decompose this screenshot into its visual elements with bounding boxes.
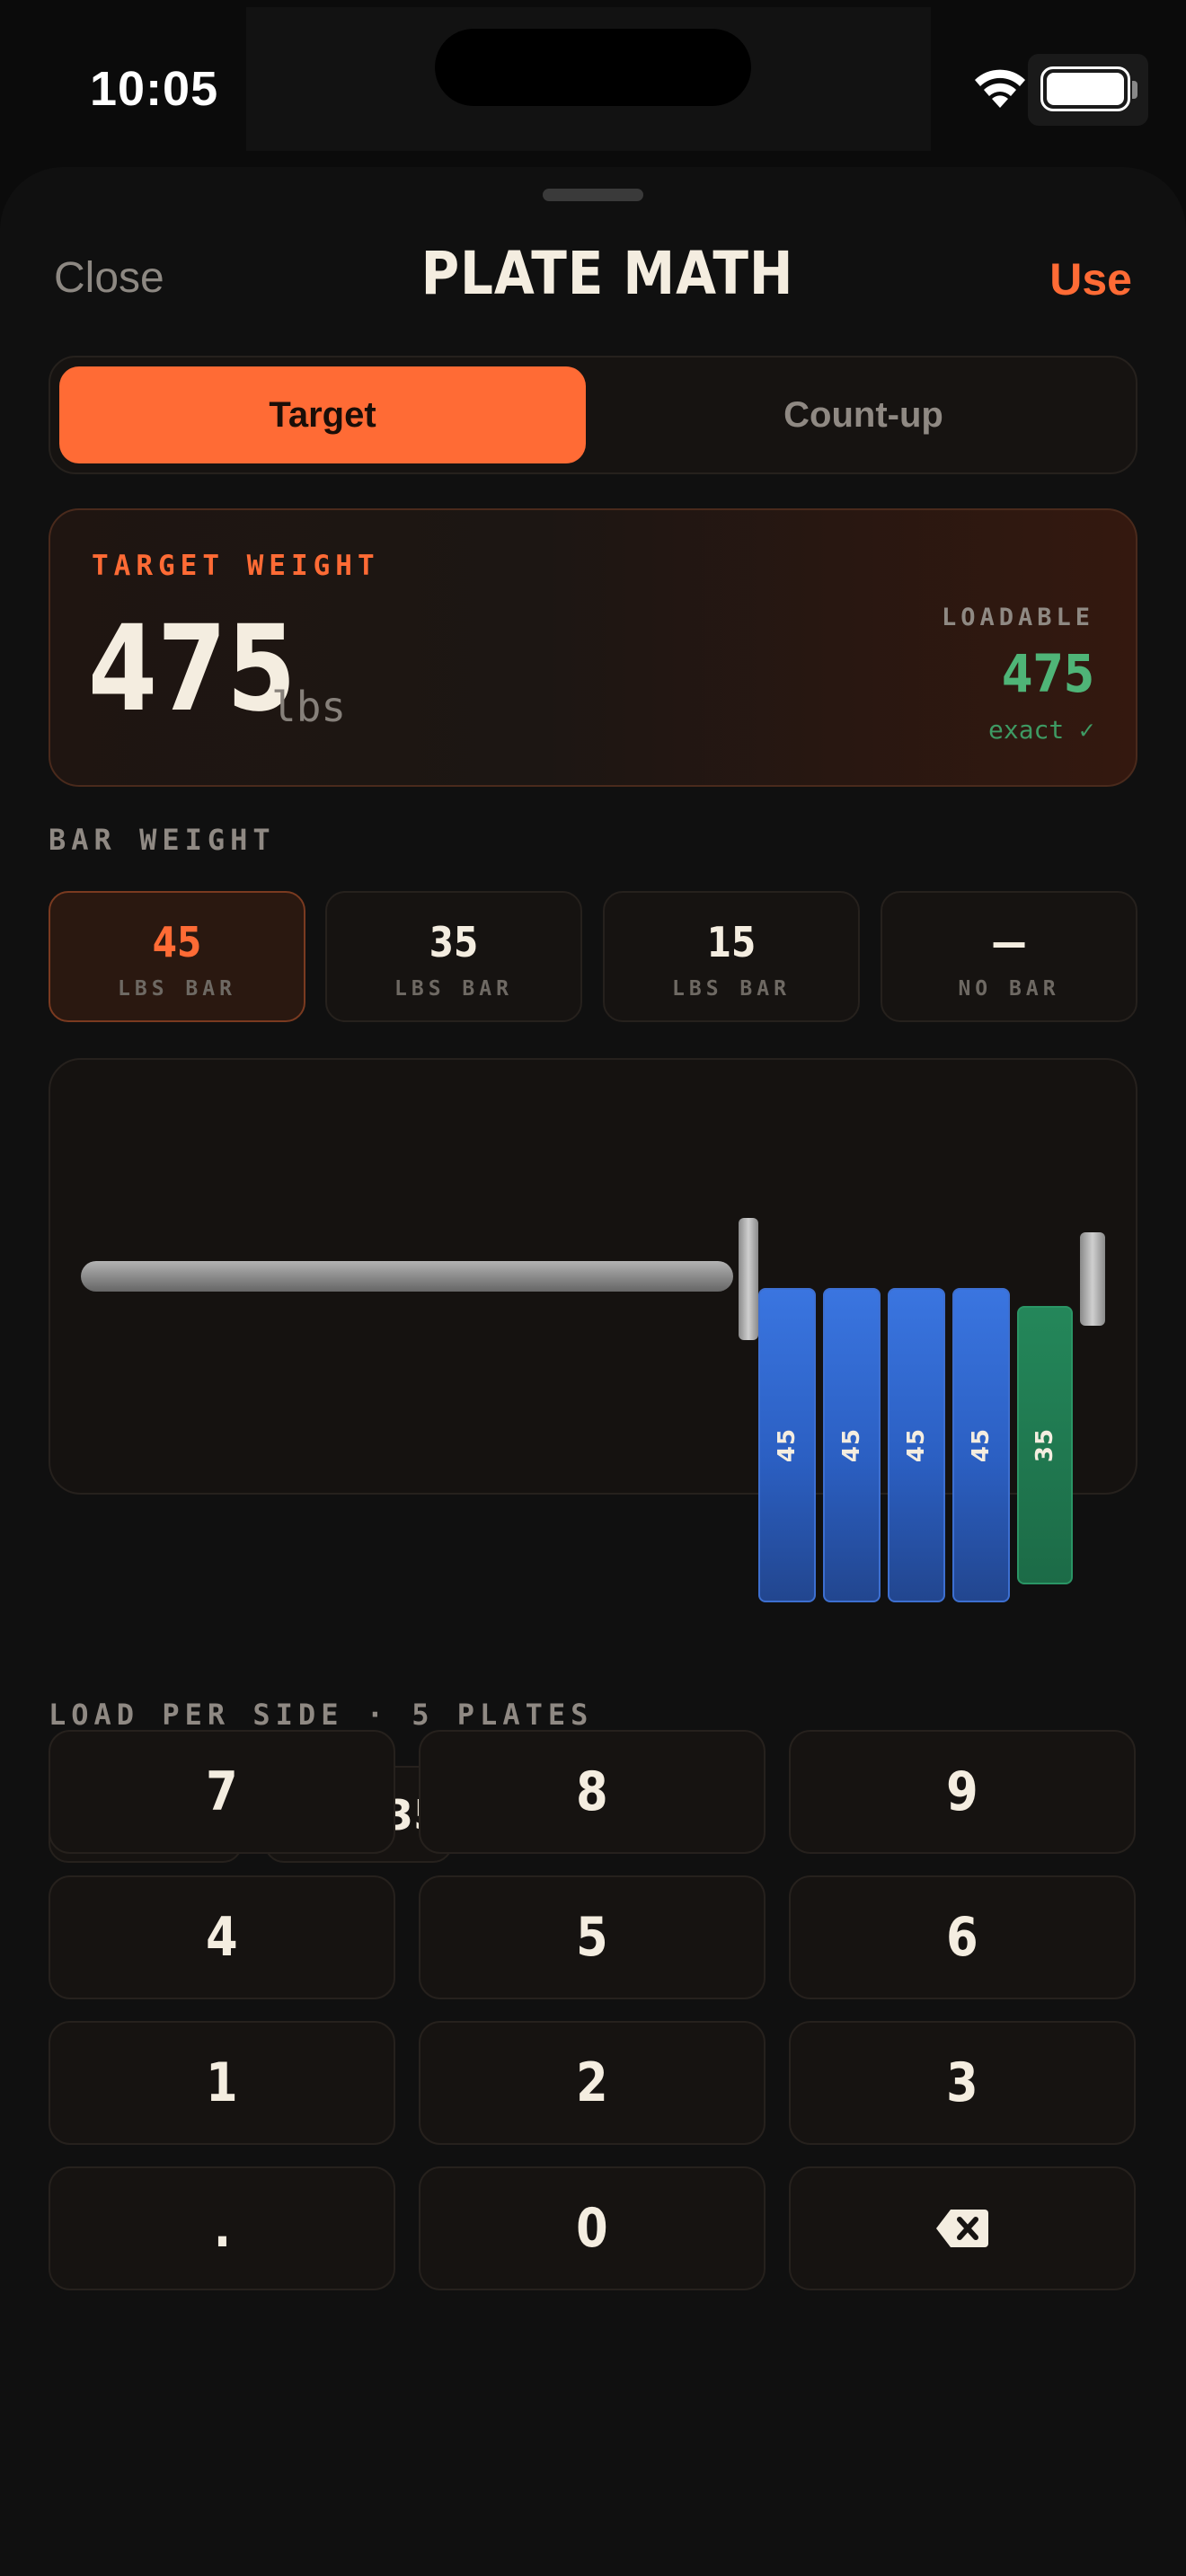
key-label: 1 bbox=[206, 2051, 238, 2114]
keypad-key-4[interactable]: 4 bbox=[49, 1875, 395, 1999]
plate-label: 45 bbox=[838, 1427, 865, 1463]
battery-icon bbox=[1028, 54, 1148, 126]
wifi-icon bbox=[975, 69, 1025, 108]
use-button[interactable]: Use bbox=[1049, 253, 1132, 305]
mode-segmented-control: Target Count-up bbox=[49, 356, 1137, 474]
bar-option-sub: NO BAR bbox=[958, 977, 1060, 1001]
target-weight-value: 475 bbox=[88, 600, 296, 738]
key-label: 6 bbox=[946, 1906, 978, 1969]
keypad-key-5[interactable]: 5 bbox=[419, 1875, 766, 1999]
bar-weight-label: BAR WEIGHT bbox=[49, 823, 276, 857]
bar-end-sleeve bbox=[1080, 1232, 1105, 1326]
bar-option-value: 35 bbox=[429, 918, 479, 966]
bar-collar bbox=[739, 1218, 758, 1340]
keypad-key-decimal[interactable]: . bbox=[49, 2166, 395, 2290]
keypad-key-8[interactable]: 8 bbox=[419, 1730, 766, 1854]
bar-option-value: 15 bbox=[706, 918, 757, 966]
target-weight-card: TARGET WEIGHT 475 lbs LOADABLE 475 exact… bbox=[49, 508, 1137, 787]
tab-target[interactable]: Target bbox=[59, 366, 586, 463]
key-label: 2 bbox=[576, 2051, 608, 2114]
plate-label: 45 bbox=[903, 1427, 930, 1463]
bar-option-35[interactable]: 35 LBS BAR bbox=[325, 891, 582, 1022]
plate-35: 35 bbox=[1017, 1306, 1073, 1584]
target-weight-label: TARGET WEIGHT bbox=[92, 550, 380, 582]
exact-badge: exact ✓ bbox=[987, 715, 1094, 745]
key-label: 0 bbox=[576, 2197, 608, 2260]
bar-shaft bbox=[81, 1261, 733, 1292]
plate-label: 45 bbox=[774, 1427, 801, 1463]
key-label: 5 bbox=[576, 1906, 608, 1969]
bar-weight-options: 45 LBS BAR 35 LBS BAR 15 LBS BAR — NO BA… bbox=[49, 891, 1137, 1022]
plate-math-sheet: Close PLATE MATH Use Target Count-up TAR… bbox=[0, 167, 1186, 2576]
keypad-backspace-button[interactable] bbox=[789, 2166, 1136, 2290]
bar-option-value: 45 bbox=[152, 918, 202, 966]
key-label: 4 bbox=[206, 1906, 238, 1969]
bar-option-value: — bbox=[991, 918, 1027, 966]
page-title: PLATE MATH bbox=[420, 239, 794, 308]
keypad-key-3[interactable]: 3 bbox=[789, 2021, 1136, 2145]
plate-45: 45 bbox=[888, 1288, 945, 1602]
status-bar: 10:05 bbox=[0, 0, 1186, 171]
bar-option-45[interactable]: 45 LBS BAR bbox=[49, 891, 305, 1022]
load-per-side-label: LOAD PER SIDE · 5 PLATES bbox=[49, 1698, 594, 1732]
plate-45: 45 bbox=[758, 1288, 816, 1602]
target-weight-unit: lbs bbox=[271, 683, 347, 731]
bar-option-none[interactable]: — NO BAR bbox=[881, 891, 1137, 1022]
bar-option-sub: LBS BAR bbox=[394, 977, 513, 1001]
plate-label: 45 bbox=[968, 1427, 995, 1463]
key-label: 7 bbox=[206, 1760, 238, 1823]
key-label: 3 bbox=[946, 2051, 978, 2114]
tab-count-up[interactable]: Count-up bbox=[600, 366, 1127, 463]
keypad-key-1[interactable]: 1 bbox=[49, 2021, 395, 2145]
barbell-visual: 45 45 45 45 35 bbox=[49, 1058, 1137, 1602]
loadable-label: LOADABLE bbox=[941, 604, 1094, 631]
plate-label: 35 bbox=[1031, 1427, 1058, 1463]
backspace-icon bbox=[936, 2210, 988, 2247]
keypad-key-6[interactable]: 6 bbox=[789, 1875, 1136, 1999]
bar-option-sub: LBS BAR bbox=[118, 977, 236, 1001]
keypad-key-2[interactable]: 2 bbox=[419, 2021, 766, 2145]
bar-option-15[interactable]: 15 LBS BAR bbox=[603, 891, 860, 1022]
key-label: 9 bbox=[946, 1760, 978, 1823]
keypad-key-9[interactable]: 9 bbox=[789, 1730, 1136, 1854]
loadable-value: 475 bbox=[1002, 643, 1094, 704]
dynamic-island bbox=[435, 29, 751, 106]
plate-45: 45 bbox=[823, 1288, 881, 1602]
bar-option-sub: LBS BAR bbox=[672, 977, 791, 1001]
key-label: . bbox=[213, 2197, 231, 2260]
plate-45: 45 bbox=[952, 1288, 1010, 1602]
keypad-key-7[interactable]: 7 bbox=[49, 1730, 395, 1854]
key-label: 8 bbox=[576, 1760, 608, 1823]
keypad-key-0[interactable]: 0 bbox=[419, 2166, 766, 2290]
sheet-grabber[interactable] bbox=[543, 189, 643, 201]
status-time: 10:05 bbox=[90, 62, 219, 116]
